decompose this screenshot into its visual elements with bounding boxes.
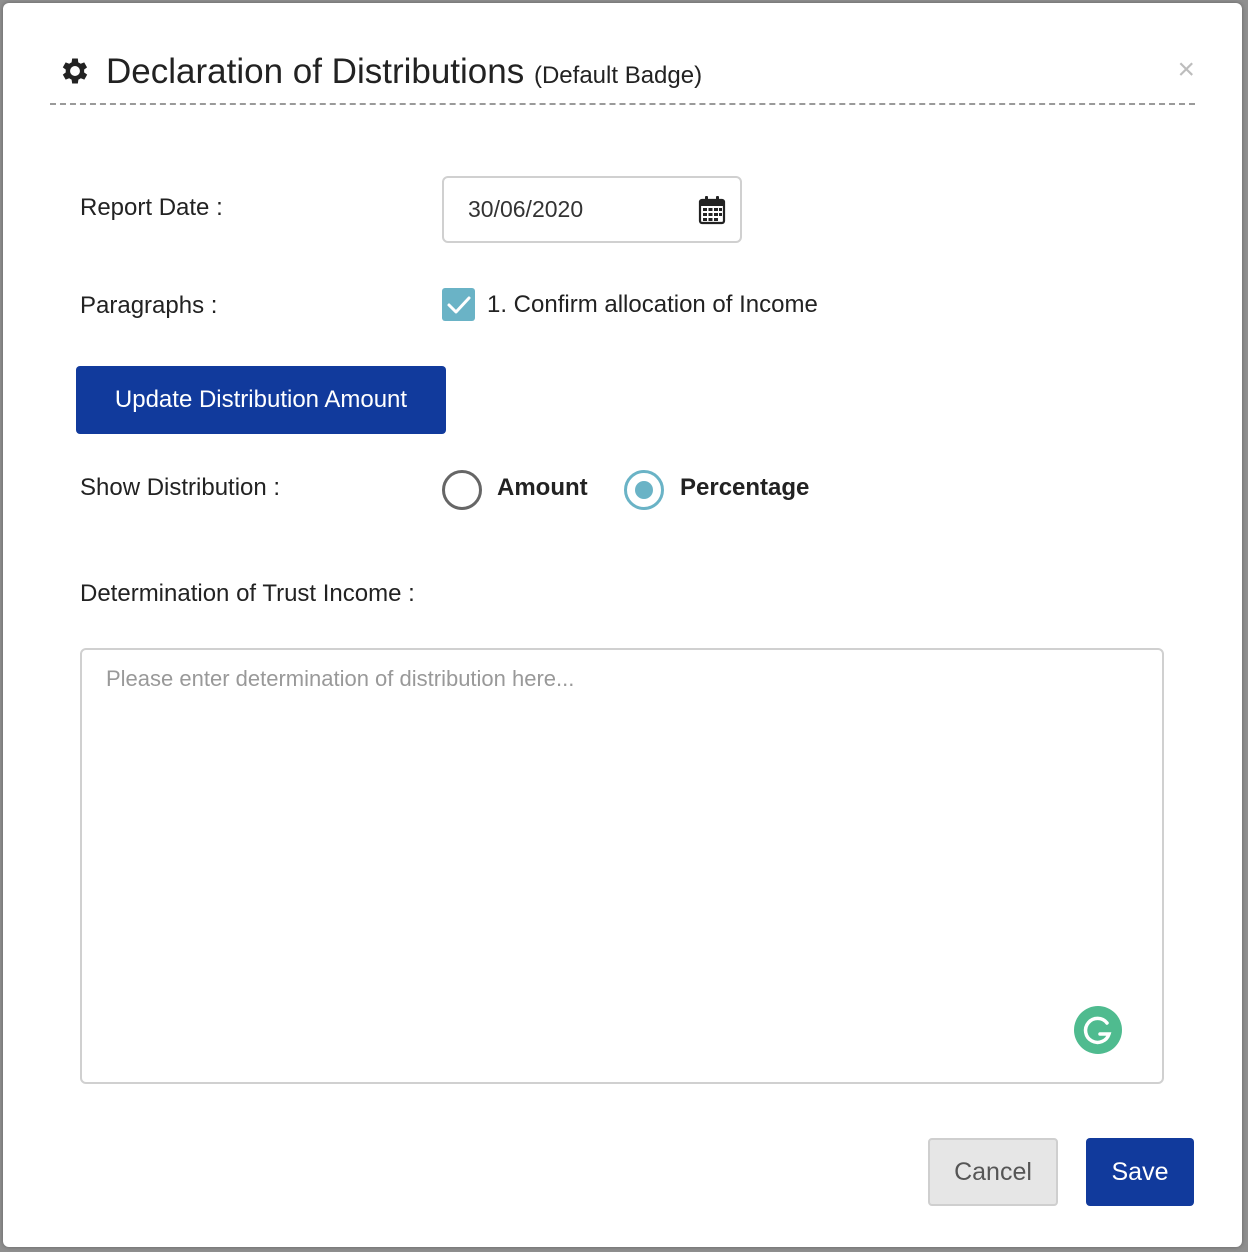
dialog-title-text: Declaration of Distributions: [106, 52, 525, 91]
radio-percentage-dot: [635, 481, 653, 499]
report-date-label: Report Date :: [80, 194, 223, 221]
calendar-icon[interactable]: [698, 195, 726, 225]
dialog-header: Declaration of Distributions (Default Ba…: [50, 47, 1195, 105]
determination-label: Determination of Trust Income :: [80, 580, 415, 607]
update-distribution-button[interactable]: Update Distribution Amount: [76, 366, 446, 434]
radio-percentage[interactable]: [624, 470, 664, 510]
save-button[interactable]: Save: [1086, 1138, 1194, 1206]
paragraph-checkbox[interactable]: [442, 288, 475, 321]
show-distribution-label: Show Distribution :: [80, 474, 281, 501]
determination-textarea[interactable]: [80, 648, 1164, 1084]
report-date-field[interactable]: 30/06/2020: [442, 176, 742, 243]
grammarly-glyph: [1083, 1016, 1112, 1045]
paragraphs-label: Paragraphs :: [80, 292, 218, 319]
report-date-value: 30/06/2020: [468, 196, 584, 222]
close-icon[interactable]: ×: [1177, 55, 1195, 85]
cancel-button[interactable]: Cancel: [928, 1138, 1058, 1206]
radio-percentage-label[interactable]: Percentage: [680, 474, 809, 502]
radio-amount[interactable]: [442, 470, 482, 510]
gear-icon: [62, 58, 88, 84]
dialog-title-badge: (Default Badge): [533, 62, 703, 89]
radio-amount-label[interactable]: Amount: [497, 474, 588, 502]
check-icon: [447, 296, 471, 314]
dialog-title: Declaration of Distributions (Default Ba…: [106, 52, 702, 92]
paragraph-option-label: 1. Confirm allocation of Income: [487, 291, 818, 318]
grammarly-icon[interactable]: [1074, 1006, 1122, 1054]
declaration-dialog: Declaration of Distributions (Default Ba…: [3, 3, 1242, 1247]
